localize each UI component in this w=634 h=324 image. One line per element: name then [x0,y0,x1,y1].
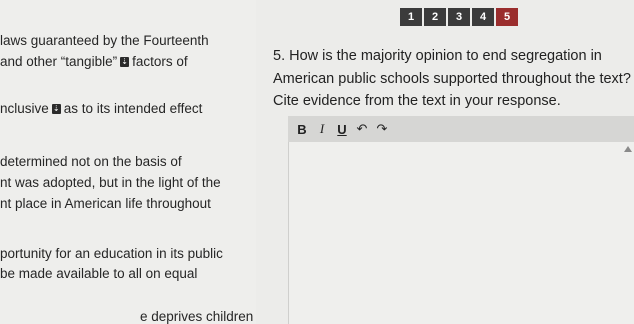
question-1-button[interactable]: 1 [400,8,422,26]
question-2-button[interactable]: 2 [424,8,446,26]
passage-line: determined not on the basis of [0,154,182,169]
question-navigation: 1 2 3 4 5 [400,8,518,26]
question-prompt: 5. How is the majority opinion to end se… [273,48,631,109]
passage-line: nclusive ⇣ as to its intended effect [0,101,203,116]
scroll-up-icon[interactable] [624,146,632,152]
passage-line: nt was adopted, but in the light of the [0,175,221,190]
underline-button[interactable]: U [336,122,348,137]
bold-button[interactable]: B [296,122,308,137]
passage-line: portunity for an education in its public [0,246,223,261]
undo-button[interactable]: ↶ [356,121,368,137]
italic-button[interactable]: I [316,121,328,137]
response-text-area[interactable] [288,142,634,324]
passage-line: nt place in American life throughout [0,196,211,211]
passage-line: laws guaranteed by the Fourteenth [0,33,209,48]
question-4-button[interactable]: 4 [472,8,494,26]
footnote-icon[interactable]: ⇣ [120,57,130,68]
reading-passage: laws guaranteed by the Fourteenth and ot… [0,0,256,324]
passage-line: and other “tangible” ⇣ factors of [0,54,188,69]
passage-line: e deprives children [140,309,254,324]
question-5-button[interactable]: 5 [496,8,518,26]
footnote-icon[interactable]: ⇣ [51,104,61,115]
passage-line: be made available to all on equal [0,266,198,281]
editor-toolbar: B I U ↶ ↷ [288,116,634,142]
redo-button[interactable]: ↷ [376,121,388,137]
question-3-button[interactable]: 3 [448,8,470,26]
